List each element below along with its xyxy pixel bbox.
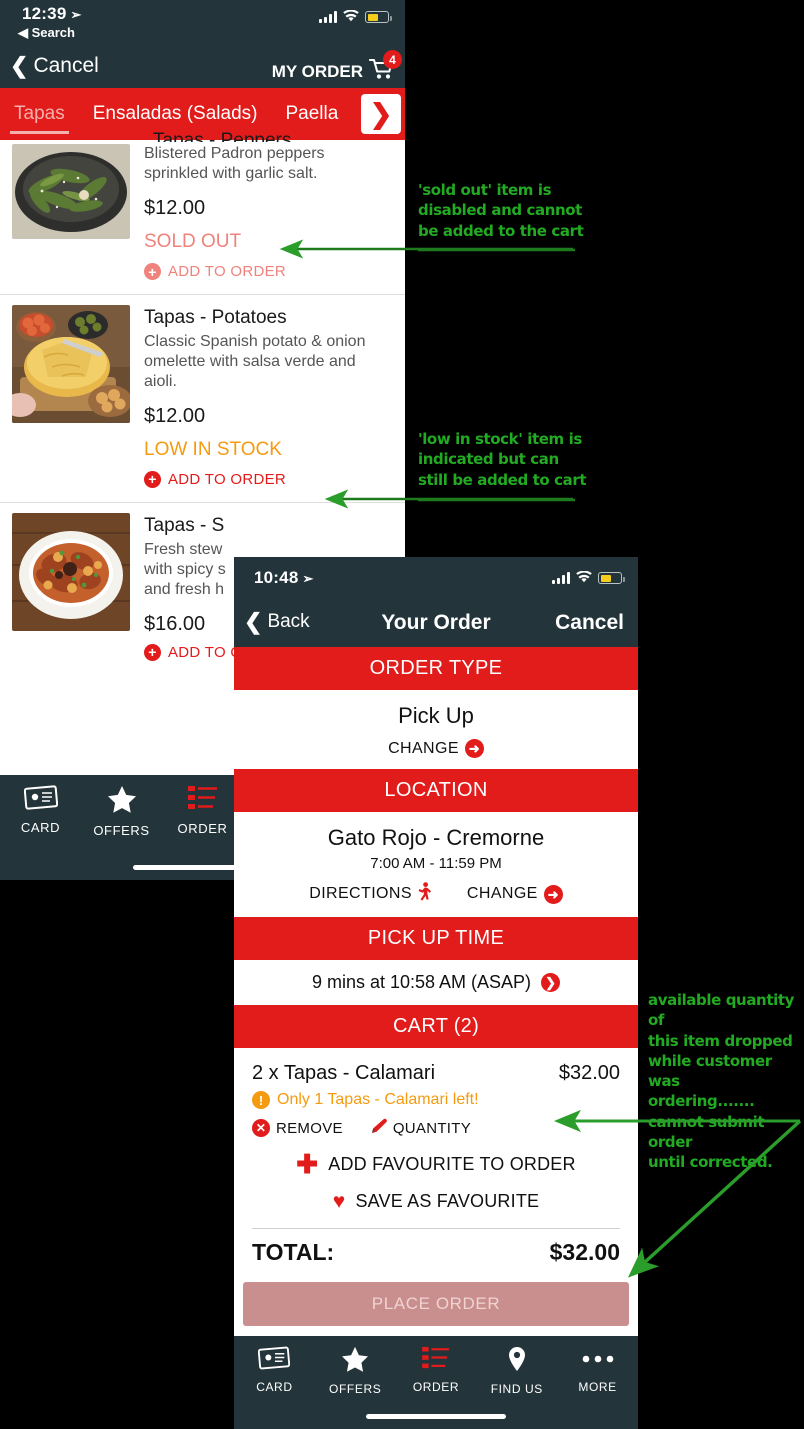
annotation-arrows: [279, 239, 802, 1278]
